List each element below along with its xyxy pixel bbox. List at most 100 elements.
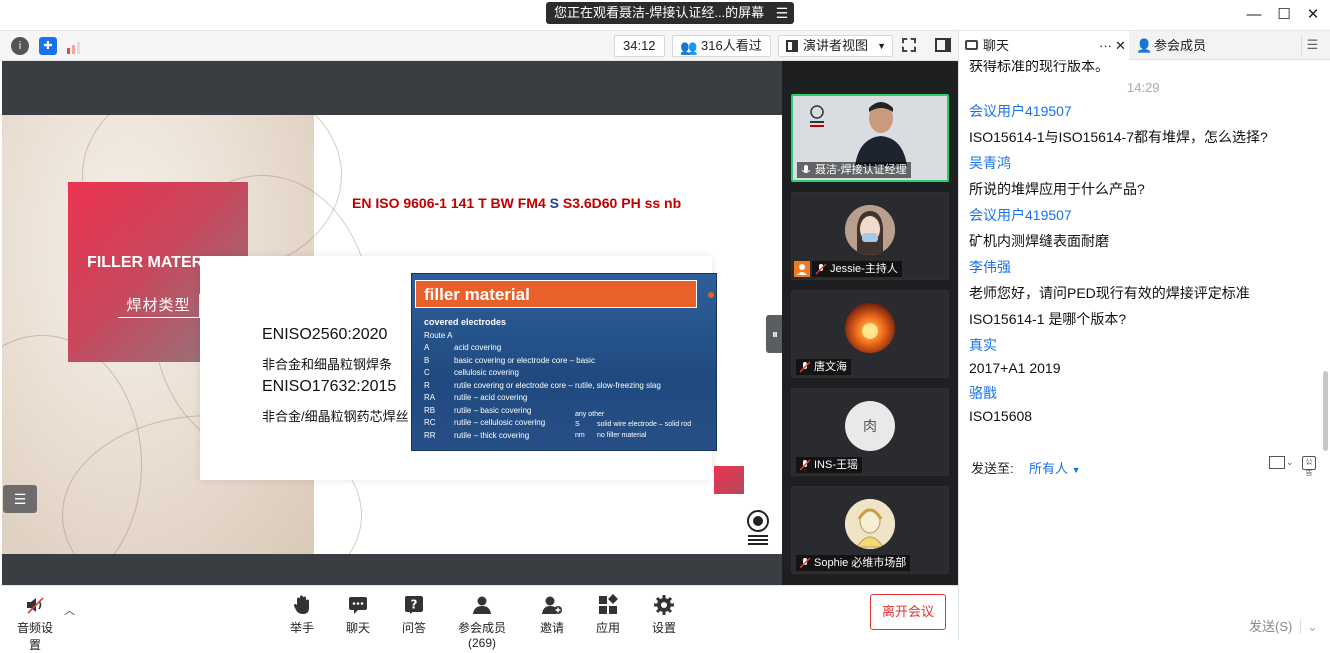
question-icon: ?	[405, 596, 423, 614]
chat-timestamp: 14:29	[1127, 80, 1160, 95]
chat-username[interactable]: 李伟强	[969, 257, 1011, 277]
raise-hand-button[interactable]: 举手	[286, 594, 318, 636]
send-to-dropdown[interactable]: 所有人 ▼	[1029, 458, 1081, 477]
mic-muted-icon	[799, 459, 811, 471]
chat-username[interactable]: 真实	[969, 335, 997, 355]
row-code: R	[424, 380, 430, 390]
svg-text:?: ?	[411, 598, 418, 612]
fullscreen-icon[interactable]	[902, 38, 916, 52]
row-text: rutile – acid covering	[454, 393, 528, 402]
folder-icon[interactable]	[1269, 456, 1285, 469]
speaker-icon	[27, 597, 44, 614]
signal-icon[interactable]	[66, 39, 84, 55]
decor-square	[714, 466, 744, 494]
filler-image-row: Bbasic covering or electrode core – basi…	[424, 356, 714, 367]
title-bar: 您正在观看聂洁-焊接认证经...的屏幕 ☰ — ☐ ✕	[0, 0, 1330, 31]
mic-muted-icon	[815, 263, 827, 275]
close-tab-icon[interactable]: ✕	[1115, 31, 1126, 60]
chat-username[interactable]: 会议用户419507	[969, 101, 1072, 121]
share-banner[interactable]: 您正在观看聂洁-焊接认证经...的屏幕 ☰	[546, 2, 795, 24]
en-iso-code: EN ISO 9606-1 141 T BW FM4 S S3.6D60 PH …	[352, 195, 682, 211]
filler-material-image: filler material covered electrodes Route…	[411, 273, 717, 451]
viewers-count[interactable]: 👥 316人看过	[672, 35, 771, 57]
bv-badge	[807, 104, 827, 130]
menu-icon[interactable]: ☰	[776, 2, 789, 24]
row-text: rutile – cellulosic covering	[454, 418, 546, 427]
chevron-down-icon[interactable]: ⌄	[1299, 619, 1318, 634]
shield-icon[interactable]: ✚	[39, 37, 57, 55]
row-code: A	[424, 343, 430, 352]
chat-button[interactable]: 聊天	[342, 594, 374, 636]
bullet-dot	[708, 292, 714, 298]
close-icon[interactable]: ✕	[1301, 5, 1325, 25]
hand-icon	[293, 595, 309, 614]
row-text: basic covering or electrode core – basic	[454, 355, 595, 365]
participant-tile[interactable]: Jessie-主持人	[791, 192, 949, 280]
participant-video	[851, 96, 911, 166]
avatar-initial: 肉	[845, 401, 895, 451]
participants-button[interactable]: 参会成员(269)	[446, 594, 518, 650]
filler-image-route: Route A	[424, 331, 453, 340]
row-code: RA	[424, 393, 436, 402]
participant-name: 聂洁-焊接认证经理	[797, 162, 911, 178]
row-text: no filler material	[597, 432, 647, 439]
filler-image-row: RA rutile – acid covering	[424, 393, 714, 404]
chat-panel: 聊天 ··· ✕ 👤 参会成员 ☰ 获得标准的现行版本。 14:29 会议用户4…	[958, 31, 1330, 640]
row-text: cellulosic covering	[454, 368, 519, 377]
audio-settings-button[interactable]: 音频设置	[12, 594, 58, 653]
row-code: B	[424, 355, 430, 365]
participant-tile[interactable]: Sophie 必维市场部	[791, 486, 949, 574]
chat-input[interactable]	[959, 481, 1330, 611]
row-code: RR	[424, 430, 436, 440]
panel-menu-icon[interactable]: ☰	[1301, 35, 1323, 55]
chat-scrollbar[interactable]	[1323, 371, 1328, 451]
chat-message: ISO15614-1 是哪个版本?	[969, 311, 1127, 327]
qa-button[interactable]: ? 问答	[398, 594, 430, 636]
chat-icon	[349, 597, 367, 614]
minimize-icon[interactable]: —	[1242, 5, 1266, 25]
chevron-up-icon[interactable]: ︿	[64, 602, 75, 618]
participant-name: 唐文海	[796, 359, 851, 375]
chevron-down-icon: ▼	[1071, 465, 1081, 475]
filler-image-header: filler material	[415, 280, 697, 308]
add-person-icon	[542, 596, 562, 614]
mic-muted-icon	[799, 557, 811, 569]
sidebar-toggle-icon[interactable]	[935, 38, 951, 52]
list-menu-button[interactable]: ☰	[3, 485, 37, 513]
tab-chat[interactable]: 聊天 ··· ✕	[959, 31, 1129, 60]
chat-message: ISO15614-1与ISO15614-7都有堆焊，怎么选择?	[969, 129, 1268, 145]
chat-username[interactable]: 吴青鸿	[969, 153, 1011, 173]
invite-button[interactable]: 邀请	[536, 594, 568, 636]
chat-bubble-icon	[965, 40, 978, 50]
chat-username[interactable]: 会议用户419507	[969, 205, 1072, 225]
chevron-down-icon[interactable]: ⌄	[1286, 457, 1294, 468]
meeting-toolbar: i ✚ 34:12 👥 316人看过 演讲者视图 ▼	[0, 31, 958, 61]
participant-tile[interactable]: 聂洁-焊接认证经理	[791, 94, 949, 182]
announcement-icon[interactable]: 公告	[1302, 456, 1316, 477]
avatar	[845, 303, 895, 353]
send-to-label: 发送至:	[971, 461, 1014, 476]
filler-image-row: Aacid covering	[424, 343, 714, 354]
more-icon[interactable]: ···	[1099, 31, 1112, 60]
tab-members[interactable]: 👤 参会成员	[1134, 31, 1206, 60]
row-text: rutile covering or electrode core – ruti…	[454, 380, 661, 390]
participant-tile[interactable]: 肉 INS-王瑶	[791, 388, 949, 476]
settings-button[interactable]: 设置	[648, 594, 680, 636]
filler-image-row: Rrutile covering or electrode core – rut…	[424, 381, 714, 392]
maximize-icon[interactable]: ☐	[1272, 5, 1296, 25]
row-text: acid covering	[454, 343, 502, 352]
chat-message: ISO15608	[969, 408, 1033, 424]
chat-message: 矿机内测焊缝表面耐磨	[969, 233, 1109, 249]
send-button[interactable]: 发送(S) ⌄	[1249, 616, 1318, 635]
avatar	[845, 499, 895, 549]
chat-tabs: 聊天 ··· ✕ 👤 参会成员 ☰	[959, 31, 1330, 60]
bottom-toolbar: 音频设置 ︿ 举手 聊天 ? 问答 参会成员(269) 邀请 应用 设置 离开会…	[0, 585, 958, 652]
presentation-slide: FILLER MATERIAL 焊材类型 EN ISO 9606-1 141 T…	[2, 115, 782, 554]
standard-desc: 非合金/细晶粒钢药芯焊丝	[262, 409, 409, 424]
leave-meeting-button[interactable]: 离开会议	[870, 594, 946, 630]
info-icon[interactable]: i	[11, 37, 29, 55]
view-mode-dropdown[interactable]: 演讲者视图 ▼	[778, 35, 894, 57]
apps-button[interactable]: 应用	[592, 594, 624, 636]
participant-tile[interactable]: 唐文海	[791, 290, 949, 378]
chat-username[interactable]: 骆戬	[969, 383, 997, 403]
